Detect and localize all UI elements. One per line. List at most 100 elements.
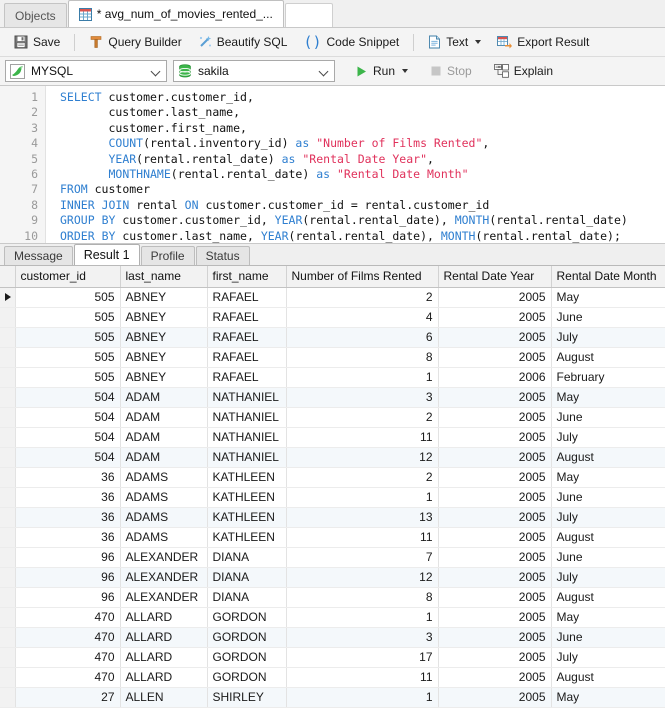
sql-code-area[interactable]: SELECT customer.customer_id, customer.la… — [46, 86, 665, 243]
cell-rental-date-month[interactable]: May — [551, 467, 665, 488]
cell-last_name[interactable]: ADAMS — [120, 487, 208, 508]
row-indicator-cell[interactable] — [0, 487, 16, 508]
chevron-down-icon[interactable] — [319, 66, 330, 77]
cell-last_name[interactable]: ABNEY — [120, 307, 208, 328]
cell-rental-date-month[interactable]: February — [551, 367, 665, 388]
column-header-rental-date-year[interactable]: Rental Date Year — [438, 266, 552, 288]
cell-first_name[interactable]: RAFAEL — [207, 347, 287, 368]
cell-last_name[interactable]: ADAMS — [120, 467, 208, 488]
cell-rental-date-year[interactable]: 2005 — [438, 427, 552, 448]
cell-first_name[interactable]: RAFAEL — [207, 307, 287, 328]
cell-number-of-films-rented[interactable]: 3 — [286, 387, 439, 408]
table-row[interactable]: 470 ALLARD GORDON 3 2005 June — [0, 627, 665, 648]
cell-first_name[interactable]: RAFAEL — [207, 327, 287, 348]
result-grid-container[interactable]: customer_id last_name first_name Number of … — [0, 266, 665, 712]
cell-first_name[interactable]: NATHANIEL — [207, 387, 287, 408]
cell-customer_id[interactable]: 470 — [15, 647, 121, 668]
row-indicator-cell[interactable] — [0, 467, 16, 488]
result-tab-message[interactable]: Message — [4, 246, 73, 265]
table-row[interactable]: 504 ADAM NATHANIEL 12 2005 August — [0, 447, 665, 468]
cell-first_name[interactable]: KATHLEEN — [207, 527, 287, 548]
cell-number-of-films-rented[interactable]: 11 — [286, 427, 439, 448]
row-indicator-cell[interactable] — [0, 367, 16, 388]
cell-rental-date-year[interactable]: 2005 — [438, 287, 552, 308]
cell-number-of-films-rented[interactable]: 3 — [286, 627, 439, 648]
cell-number-of-films-rented[interactable]: 8 — [286, 587, 439, 608]
row-indicator-cell[interactable] — [0, 587, 16, 608]
sql-editor[interactable]: 1 2 3 4 5 6 7 8 9 10 SELECT customer.customer_id,… — [0, 86, 665, 244]
cell-rental-date-year[interactable]: 2005 — [438, 587, 552, 608]
text-view-button[interactable]: Text — [420, 31, 489, 54]
chevron-down-icon[interactable] — [475, 40, 482, 44]
cell-customer_id[interactable]: 505 — [15, 307, 121, 328]
cell-last_name[interactable]: ADAM — [120, 387, 208, 408]
cell-rental-date-year[interactable]: 2005 — [438, 387, 552, 408]
cell-customer_id[interactable]: 505 — [15, 287, 121, 308]
cell-rental-date-month[interactable]: June — [551, 487, 665, 508]
row-indicator-cell[interactable] — [0, 347, 16, 368]
row-indicator-cell[interactable] — [0, 327, 16, 348]
table-row[interactable]: 505 ABNEY RAFAEL 4 2005 June — [0, 307, 665, 328]
cell-number-of-films-rented[interactable]: 7 — [286, 547, 439, 568]
table-row[interactable]: 470 ALLARD GORDON 17 2005 July — [0, 647, 665, 668]
cell-customer_id[interactable]: 504 — [15, 387, 121, 408]
cell-customer_id[interactable]: 504 — [15, 407, 121, 428]
cell-customer_id[interactable]: 505 — [15, 367, 121, 388]
table-row[interactable]: 36 ADAMS KATHLEEN 13 2005 July — [0, 507, 665, 528]
table-row[interactable]: 505 ABNEY RAFAEL 6 2005 July — [0, 327, 665, 348]
cell-customer_id[interactable]: 470 — [15, 607, 121, 628]
cell-rental-date-month[interactable]: June — [551, 627, 665, 648]
cell-last_name[interactable]: ALEXANDER — [120, 567, 208, 588]
table-row[interactable]: 36 ADAMS KATHLEEN 2 2005 May — [0, 467, 665, 488]
table-row[interactable]: 96 ALEXANDER DIANA 7 2005 June — [0, 547, 665, 568]
cell-rental-date-year[interactable]: 2005 — [438, 467, 552, 488]
result-tab-status[interactable]: Status — [195, 246, 250, 265]
cell-last_name[interactable]: ALLARD — [120, 627, 208, 648]
table-row[interactable]: 470 ALLARD GORDON 11 2005 August — [0, 667, 665, 688]
row-indicator-cell[interactable] — [0, 547, 16, 568]
cell-number-of-films-rented[interactable]: 4 — [286, 307, 439, 328]
cell-rental-date-year[interactable]: 2005 — [438, 407, 552, 428]
cell-number-of-films-rented[interactable]: 2 — [286, 467, 439, 488]
beautify-sql-button[interactable]: Beautify SQL — [190, 31, 296, 54]
row-indicator-cell[interactable] — [0, 667, 16, 688]
cell-last_name[interactable]: ADAM — [120, 447, 208, 468]
cell-last_name[interactable]: ALLARD — [120, 667, 208, 688]
cell-rental-date-month[interactable]: August — [551, 527, 665, 548]
row-indicator-cell[interactable] — [0, 627, 16, 648]
cell-customer_id[interactable]: 36 — [15, 487, 121, 508]
cell-last_name[interactable]: ABNEY — [120, 327, 208, 348]
save-button[interactable]: Save — [6, 31, 68, 54]
cell-number-of-films-rented[interactable]: 1 — [286, 487, 439, 508]
chevron-down-icon[interactable] — [402, 69, 409, 73]
cell-customer_id[interactable]: 96 — [15, 567, 121, 588]
cell-first_name[interactable]: RAFAEL — [207, 367, 287, 388]
cell-first_name[interactable]: KATHLEEN — [207, 467, 287, 488]
export-result-button[interactable]: Export Result — [489, 31, 597, 54]
cell-rental-date-month[interactable]: August — [551, 347, 665, 368]
row-indicator-cell[interactable] — [0, 407, 16, 428]
row-indicator-cell[interactable] — [0, 307, 16, 328]
cell-customer_id[interactable]: 470 — [15, 667, 121, 688]
cell-first_name[interactable]: GORDON — [207, 627, 287, 648]
result-tab-result-1[interactable]: Result 1 — [73, 244, 140, 265]
cell-rental-date-year[interactable]: 2005 — [438, 667, 552, 688]
cell-rental-date-month[interactable]: August — [551, 667, 665, 688]
cell-rental-date-year[interactable]: 2005 — [438, 607, 552, 628]
row-indicator-cell[interactable] — [0, 527, 16, 548]
cell-first_name[interactable]: GORDON — [207, 647, 287, 668]
cell-first_name[interactable]: KATHLEEN — [207, 507, 287, 528]
tab-objects[interactable]: Objects — [4, 3, 67, 27]
cell-first_name[interactable]: KATHLEEN — [207, 487, 287, 508]
row-indicator-cell[interactable] — [0, 647, 16, 668]
cell-last_name[interactable]: ABNEY — [120, 347, 208, 368]
connection-select[interactable]: MYSQL — [5, 60, 167, 82]
cell-number-of-films-rented[interactable]: 8 — [286, 347, 439, 368]
cell-rental-date-month[interactable]: July — [551, 427, 665, 448]
cell-customer_id[interactable]: 505 — [15, 347, 121, 368]
cell-rental-date-month[interactable]: June — [551, 547, 665, 568]
row-indicator-cell[interactable] — [0, 387, 16, 408]
table-row[interactable]: 27 ALLEN SHIRLEY 1 2005 May — [0, 687, 665, 708]
cell-number-of-films-rented[interactable]: 2 — [286, 287, 439, 308]
table-row[interactable]: 36 ADAMS KATHLEEN 1 2005 June — [0, 487, 665, 508]
